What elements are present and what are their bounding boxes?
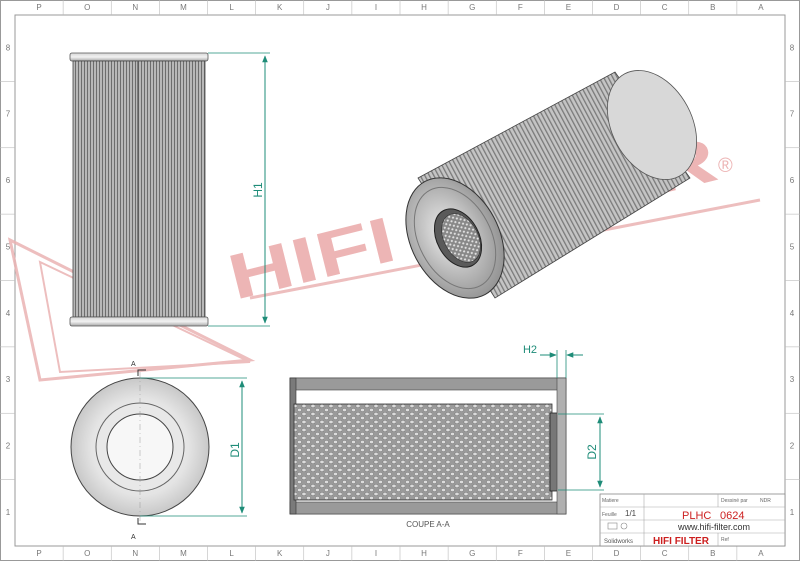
row-label: 7 (790, 110, 795, 119)
column-label: J (326, 3, 330, 12)
column-labels-top: PONMLKJIHGFEDCBA (36, 0, 764, 15)
column-label: C (662, 3, 668, 12)
row-label: 2 (790, 442, 795, 451)
dimension-d2-label: D2 (585, 444, 599, 460)
column-label: D (614, 3, 620, 12)
column-label: M (180, 3, 187, 12)
section-view (289, 377, 567, 515)
title-part-number: 0624 (720, 510, 744, 522)
row-label: 6 (6, 176, 11, 185)
column-label: I (375, 549, 377, 558)
column-label: E (566, 549, 571, 558)
row-label: 4 (6, 309, 11, 318)
row-label: 2 (6, 442, 11, 451)
title-website: www.hifi-filter.com (677, 522, 750, 532)
column-label: G (469, 3, 475, 12)
row-labels-right: 8 7 6 5 4 3 2 1 (785, 43, 800, 517)
row-label: 5 (790, 242, 795, 251)
column-label: C (662, 549, 668, 558)
title-matiere-label: Matiere (602, 498, 619, 504)
column-label: F (518, 3, 523, 12)
title-part-prefix: PLHC (682, 510, 711, 522)
column-label: L (229, 3, 234, 12)
column-label: E (566, 3, 571, 12)
column-label: D (614, 549, 620, 558)
section-marker-top-label: A (131, 361, 136, 368)
row-label: 4 (790, 309, 795, 318)
side-elevation-view (69, 52, 209, 327)
column-label: K (277, 549, 283, 558)
column-label: A (758, 549, 764, 558)
watermark-registered-mark: ® (718, 155, 733, 177)
row-label: 3 (6, 375, 11, 384)
row-labels-left: 87654321 (0, 43, 15, 517)
column-label: P (36, 549, 41, 558)
column-label: N (132, 3, 138, 12)
row-label: 3 (790, 375, 795, 384)
dimension-d1-label: D1 (228, 442, 242, 458)
column-label: A (758, 3, 764, 12)
column-label: G (469, 549, 475, 558)
row-label: 6 (790, 176, 795, 185)
title-feuille-label: Feuille (602, 512, 617, 518)
column-label: L (229, 549, 234, 558)
title-brand: HIFI FILTER (653, 536, 710, 547)
column-label: H (421, 549, 427, 558)
column-label: H (421, 3, 427, 12)
section-marker-bottom-label: A (131, 534, 136, 541)
column-label: J (326, 549, 330, 558)
row-label: 1 (6, 508, 11, 517)
column-label: O (84, 3, 90, 12)
column-labels-bottom: PONMLKJIHGFEDCBA (36, 546, 764, 561)
row-label: 1 (790, 508, 795, 517)
column-label: I (375, 3, 377, 12)
dimension-h2: H2 (523, 344, 583, 378)
column-label: P (36, 3, 41, 12)
row-label: 8 (6, 43, 11, 52)
title-dessine-value: NDR (760, 498, 771, 504)
dimension-h1-label: H1 (251, 182, 265, 198)
section-marker-bottom: A (131, 518, 146, 541)
row-label: 8 (790, 43, 795, 52)
column-label: M (180, 549, 187, 558)
title-software: Solidworks (604, 539, 633, 545)
column-label: N (132, 549, 138, 558)
end-view (70, 372, 210, 522)
title-block: Matiere Dessiné par NDR Feuille 1/1 PLHC… (599, 493, 786, 547)
column-label: K (277, 3, 283, 12)
title-dessine-label: Dessiné par (721, 498, 748, 504)
section-caption: COUPE A-A (406, 520, 450, 529)
column-label: B (710, 549, 715, 558)
column-label: B (710, 3, 715, 12)
title-ref-label: Ref (721, 537, 729, 543)
technical-drawing-sheet: P O N M L K J I H G F E D C B A P O N M L K J I H G F E D C B A 8 7 6 5 4 3… (0, 0, 800, 561)
column-label: O (84, 549, 90, 558)
row-label: 7 (6, 110, 11, 119)
column-label: F (518, 549, 523, 558)
dimension-h2-label: H2 (523, 344, 537, 356)
isometric-view (405, 70, 697, 299)
title-feuille-value: 1/1 (625, 509, 637, 518)
